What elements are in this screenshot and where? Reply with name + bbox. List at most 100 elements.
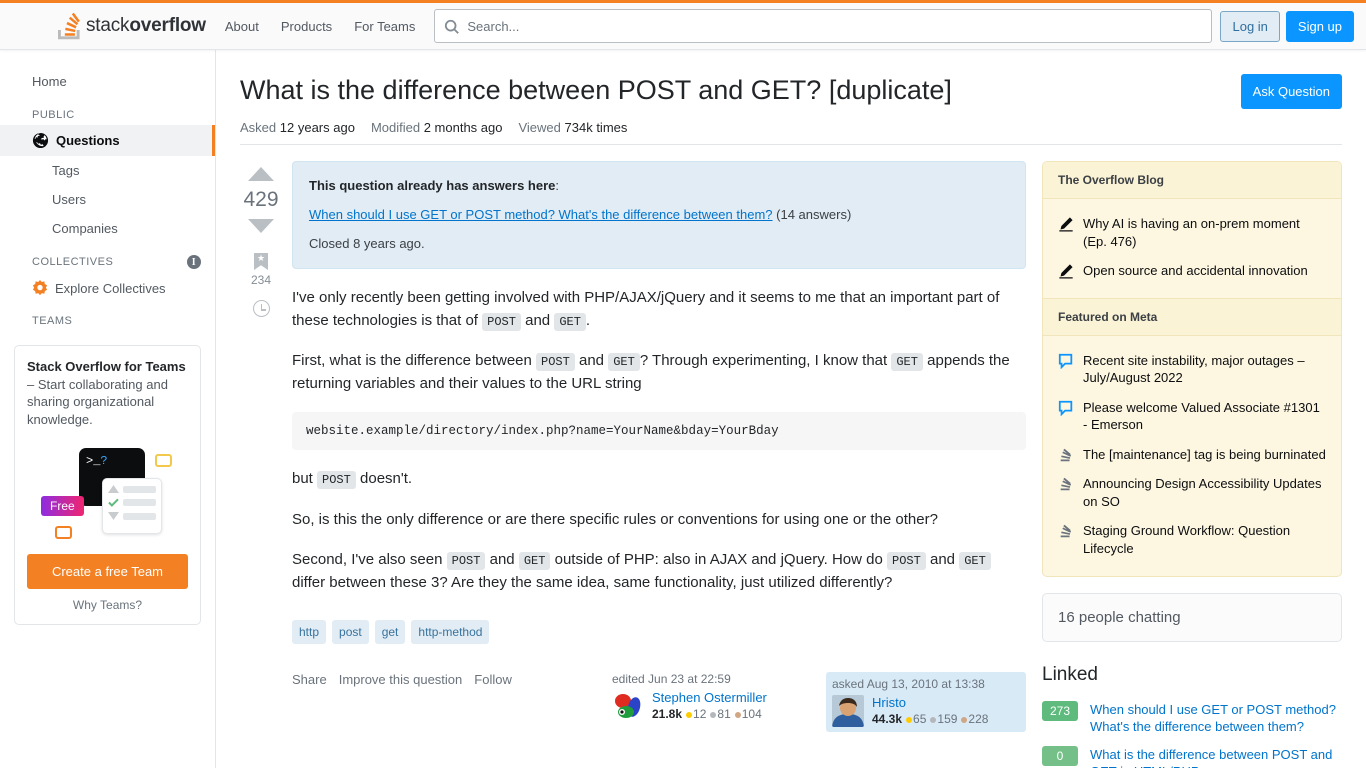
- create-free-team-button[interactable]: Create a free Team: [27, 554, 188, 590]
- sidebar-item-companies-label: Companies: [52, 221, 118, 236]
- p2-text-b: and: [574, 352, 609, 370]
- nav-about[interactable]: About: [214, 3, 270, 49]
- search-input[interactable]: Search...: [434, 9, 1213, 43]
- list-item[interactable]: The [maintenance] tag is being burninate…: [1058, 440, 1326, 470]
- collectives-icon: [32, 280, 48, 296]
- bronze-badges: 228: [961, 712, 988, 726]
- editor-rep-value: 21.8k: [652, 707, 683, 722]
- stat-asked-label: Asked: [240, 120, 277, 135]
- list-item[interactable]: 0 What is the difference between POST an…: [1042, 741, 1342, 768]
- info-icon[interactable]: i: [187, 255, 201, 269]
- sidebar-item-companies[interactable]: Companies: [0, 214, 215, 243]
- list-item-label[interactable]: Recent site instability, major outages –…: [1083, 352, 1326, 387]
- inline-code-get: GET: [518, 552, 551, 571]
- list-item-label[interactable]: Please welcome Valued Associate #1301 - …: [1083, 399, 1326, 434]
- sidebar-item-tags[interactable]: Tags: [0, 156, 215, 185]
- gold-badge-icon: [686, 712, 693, 719]
- editor-username[interactable]: Stephen Ostermiller: [652, 690, 767, 705]
- list-item[interactable]: Announcing Design Accessibility Updates …: [1058, 469, 1326, 516]
- bookmark-icon[interactable]: [254, 253, 268, 270]
- vote-cell: 429 234: [240, 161, 282, 768]
- list-item-label[interactable]: Open source and accidental innovation: [1083, 262, 1308, 280]
- improve-question-button[interactable]: Improve this question: [339, 672, 463, 687]
- art-row-down: [108, 512, 156, 521]
- history-icon[interactable]: [252, 300, 270, 317]
- question-post: 429 234 This question already has answer…: [240, 161, 1026, 768]
- featured-on-meta-heading: Featured on Meta: [1043, 297, 1341, 336]
- why-teams-link[interactable]: Why Teams?: [27, 598, 188, 612]
- stack-overflow-logo-icon: [58, 11, 81, 41]
- list-item-label[interactable]: Why AI is having an on-prem moment (Ep. …: [1083, 215, 1326, 250]
- duplicate-link-row: When should I use GET or POST method? Wh…: [309, 205, 1009, 226]
- sidebar-item-users[interactable]: Users: [0, 185, 215, 214]
- list-item[interactable]: 273 When should I use GET or POST method…: [1042, 696, 1342, 741]
- list-item[interactable]: Recent site instability, major outages –…: [1058, 346, 1326, 393]
- sidebar-heading-public: PUBLIC: [0, 97, 215, 125]
- asker-user-info: Hristo 44.3k 65 159 228: [872, 695, 988, 726]
- editor-user-info: Stephen Ostermiller 21.8k 12 81 104: [652, 690, 767, 721]
- nav-for-teams[interactable]: For Teams: [343, 3, 426, 49]
- p5-text-a: Second, I've also seen: [292, 551, 447, 569]
- list-item-label[interactable]: Announcing Design Accessibility Updates …: [1083, 475, 1326, 510]
- tag-http-method[interactable]: http-method: [411, 620, 490, 645]
- page-body: Home PUBLIC Questions Tags Users Compani…: [0, 50, 1366, 768]
- sidebar-item-questions[interactable]: Questions: [0, 125, 215, 156]
- login-button[interactable]: Log in: [1220, 10, 1280, 42]
- sidebar-heading-public-label: PUBLIC: [32, 109, 75, 121]
- stat-asked: Asked 12 years ago: [240, 120, 355, 135]
- linked-question-title[interactable]: What is the difference between POST and …: [1090, 746, 1342, 768]
- bronze-badge-count: 228: [968, 712, 989, 727]
- share-button[interactable]: Share: [292, 672, 327, 687]
- p5-text-c: outside of PHP: also in AJAX and jQuery.…: [550, 551, 887, 569]
- sidebar-heading-collectives: COLLECTIVES i: [0, 243, 215, 273]
- list-item-label[interactable]: Staging Ground Workflow: Question Lifecy…: [1083, 522, 1326, 557]
- sidebar-item-explore-collectives[interactable]: Explore Collectives: [0, 273, 215, 303]
- question-paragraph-3: but POST doesn't.: [292, 468, 1026, 491]
- duplicate-question-link[interactable]: When should I use GET or POST method? Wh…: [309, 207, 773, 222]
- nav-products[interactable]: Products: [270, 3, 343, 49]
- asker-username[interactable]: Hristo: [872, 695, 988, 710]
- question-header: What is the difference between POST and …: [240, 74, 1342, 109]
- teams-promo-illustration: >_? Free: [27, 438, 188, 548]
- question-paragraph-2: First, what is the difference between PO…: [292, 350, 1026, 395]
- downvote-button[interactable]: [248, 219, 274, 233]
- stacks-icon: [1060, 448, 1072, 462]
- site-header: stackoverflow About Products For Teams S…: [0, 3, 1366, 50]
- p2-text-a: First, what is the difference between: [292, 352, 537, 370]
- p3-text-a: but: [292, 470, 318, 488]
- pencil-icon: [1059, 217, 1073, 232]
- editor-user-card: edited Jun 23 at 22:59 Stephen Ostermill…: [612, 672, 812, 723]
- list-item[interactable]: Why AI is having an on-prem moment (Ep. …: [1058, 209, 1326, 256]
- list-item[interactable]: Open source and accidental innovation: [1058, 256, 1326, 286]
- avatar[interactable]: [612, 690, 644, 723]
- gold-badge-icon: [906, 717, 913, 724]
- sidebar-item-home[interactable]: Home: [0, 66, 215, 97]
- ask-question-button[interactable]: Ask Question: [1240, 74, 1342, 109]
- right-sidebar: The Overflow Blog Why AI is having an on…: [1042, 161, 1342, 768]
- duplicate-closed-text: Closed 8 years ago.: [309, 235, 425, 251]
- tag-http[interactable]: http: [292, 620, 327, 645]
- list-item[interactable]: Please welcome Valued Associate #1301 - …: [1058, 393, 1326, 440]
- follow-button[interactable]: Follow: [474, 672, 512, 687]
- upvote-button[interactable]: [248, 167, 274, 181]
- sidebar-item-tags-label: Tags: [52, 163, 80, 178]
- silver-badge-count: 159: [937, 712, 958, 727]
- duplicate-heading-text: This question already has answers here: [309, 178, 556, 193]
- search-icon: [445, 19, 460, 34]
- duplicate-notice: This question already has answers here: …: [292, 161, 1026, 270]
- list-item-label[interactable]: The [maintenance] tag is being burninate…: [1083, 446, 1326, 464]
- list-item[interactable]: Staging Ground Workflow: Question Lifecy…: [1058, 516, 1326, 563]
- stacks-icon: [1060, 478, 1072, 491]
- linked-question-title[interactable]: When should I use GET or POST method? Wh…: [1090, 701, 1342, 736]
- inline-code-post: POST: [887, 552, 926, 571]
- avatar[interactable]: [832, 695, 864, 728]
- arrow-up-icon: [108, 485, 119, 494]
- signup-button[interactable]: Sign up: [1285, 10, 1354, 42]
- left-sidebar: Home PUBLIC Questions Tags Users Compani…: [0, 50, 216, 768]
- gold-badges: 65: [906, 712, 926, 726]
- chat-room-card[interactable]: 16 people chatting: [1042, 592, 1342, 642]
- globe-icon: [32, 132, 49, 149]
- tag-post[interactable]: post: [332, 620, 369, 645]
- tag-get[interactable]: get: [374, 620, 406, 645]
- stack-overflow-logo[interactable]: stackoverflow: [50, 3, 214, 49]
